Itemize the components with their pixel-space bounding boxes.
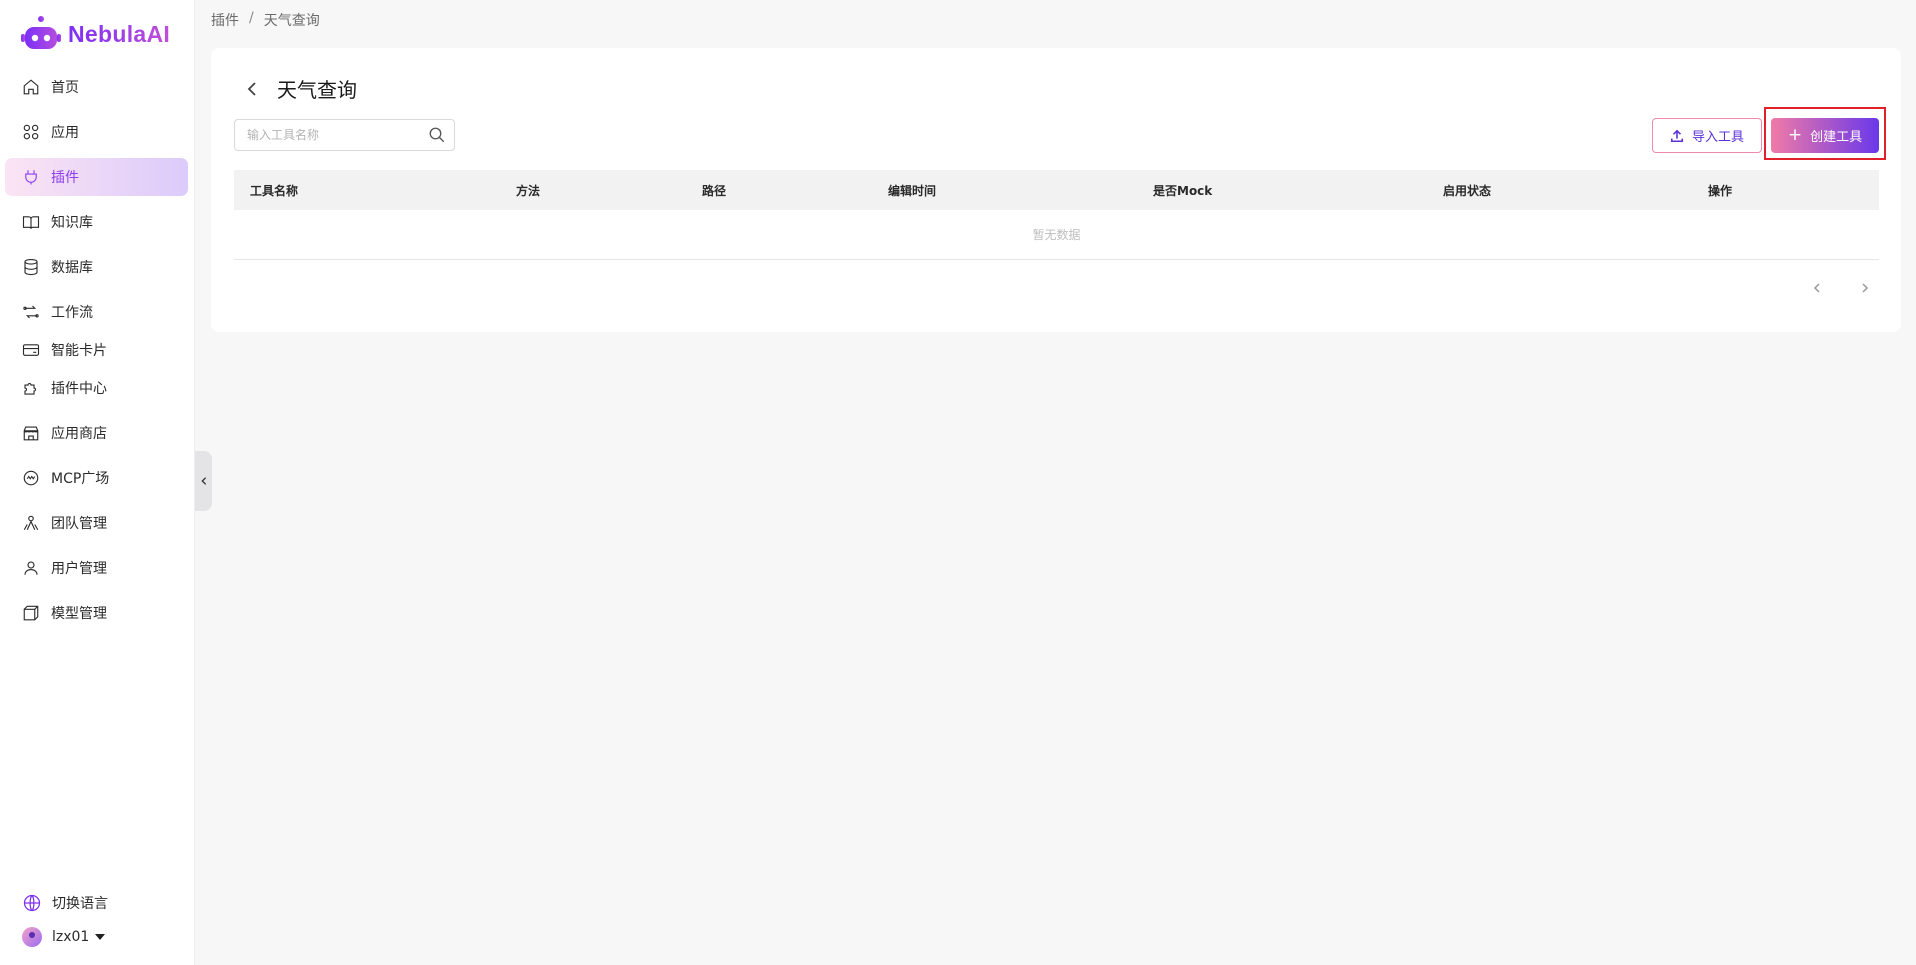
sidebar-collapse-button[interactable] bbox=[195, 451, 212, 511]
store-icon bbox=[21, 423, 41, 443]
chevron-left-icon bbox=[247, 81, 256, 96]
sidebar-item-smart-card[interactable]: 智能卡片 bbox=[5, 331, 188, 369]
import-tool-label: 导入工具 bbox=[1691, 130, 1744, 145]
language-label: 切换语言 bbox=[52, 896, 108, 912]
title-row: 天气查询 bbox=[241, 74, 357, 103]
column-header-name: 工具名称 bbox=[250, 184, 299, 198]
home-icon bbox=[21, 77, 41, 97]
database-icon bbox=[21, 257, 41, 277]
page-title: 天气查询 bbox=[277, 78, 357, 102]
plugin-icon bbox=[21, 167, 41, 187]
sidebar-item-label: 工作流 bbox=[51, 305, 93, 321]
sidebar-nav: 首页 应用 插件 知识库 数据库 工作流 智能卡片 插件中心 应用商店 MCP广… bbox=[5, 68, 188, 639]
model-icon bbox=[21, 603, 41, 623]
sidebar-item-plugin-center[interactable]: 插件中心 bbox=[5, 369, 188, 407]
sidebar-item-mcp[interactable]: MCP广场 bbox=[5, 459, 188, 497]
sidebar-item-label: 插件中心 bbox=[51, 381, 107, 397]
main-card: 天气查询 导入工具 + 创建工具 工具名称 方法 路径 编辑时间 是否Mock … bbox=[211, 48, 1901, 332]
search-input[interactable] bbox=[247, 128, 428, 142]
sidebar-item-team[interactable]: 团队管理 bbox=[5, 504, 188, 542]
chevron-left-icon bbox=[200, 477, 206, 485]
column-header-mock: 是否Mock bbox=[1153, 184, 1213, 198]
tools-table: 工具名称 方法 路径 编辑时间 是否Mock 启用状态 操作 暂无数据 bbox=[234, 170, 1879, 260]
logo[interactable]: NebulaAI bbox=[20, 14, 170, 54]
team-icon bbox=[21, 513, 41, 533]
breadcrumb-root[interactable]: 插件 bbox=[211, 10, 239, 30]
search-icon[interactable] bbox=[428, 126, 446, 144]
sidebar-item-database[interactable]: 数据库 bbox=[5, 248, 188, 286]
pagination bbox=[1811, 282, 1871, 294]
sidebar-item-label: 智能卡片 bbox=[51, 343, 107, 359]
sidebar-item-label: 应用 bbox=[51, 125, 79, 141]
empty-state: 暂无数据 bbox=[234, 210, 1879, 260]
sidebar-item-plugins[interactable]: 插件 bbox=[5, 158, 188, 196]
avatar bbox=[22, 927, 42, 947]
column-header-actions: 操作 bbox=[1708, 184, 1733, 198]
sidebar-item-label: 用户管理 bbox=[51, 561, 107, 577]
sidebar-item-label: 插件 bbox=[51, 170, 79, 186]
robot-logo-icon bbox=[21, 16, 61, 49]
sidebar-item-label: 数据库 bbox=[51, 260, 93, 276]
workflow-icon bbox=[21, 302, 41, 322]
sidebar-item-models[interactable]: 模型管理 bbox=[5, 594, 188, 632]
sidebar-item-label: 模型管理 bbox=[51, 606, 107, 622]
column-header-status: 启用状态 bbox=[1443, 184, 1492, 198]
caret-down-icon bbox=[95, 934, 106, 940]
sidebar-item-label: 首页 bbox=[51, 80, 79, 96]
sidebar-item-apps[interactable]: 应用 bbox=[5, 113, 188, 151]
back-button[interactable] bbox=[241, 78, 263, 100]
sidebar-item-app-store[interactable]: 应用商店 bbox=[5, 414, 188, 452]
sidebar-item-home[interactable]: 首页 bbox=[5, 68, 188, 106]
mcp-icon bbox=[21, 468, 41, 488]
sidebar-item-label: 知识库 bbox=[51, 215, 93, 231]
sidebar-item-label: 团队管理 bbox=[51, 516, 107, 532]
sidebar-item-label: 应用商店 bbox=[51, 426, 107, 442]
username: lzx01 bbox=[52, 929, 90, 945]
user-menu[interactable]: lzx01 bbox=[22, 925, 192, 949]
card-icon bbox=[21, 340, 41, 360]
puzzle-icon bbox=[21, 378, 41, 398]
create-tool-label: 创建工具 bbox=[1810, 130, 1863, 145]
sidebar-item-knowledge[interactable]: 知识库 bbox=[5, 203, 188, 241]
sidebar: NebulaAI 首页 应用 插件 知识库 数据库 工作流 智能卡片 插件中心 … bbox=[0, 0, 195, 965]
column-header-path: 路径 bbox=[702, 184, 727, 198]
next-page-icon[interactable] bbox=[1859, 282, 1871, 294]
sidebar-item-workflow[interactable]: 工作流 bbox=[5, 293, 188, 331]
prev-page-icon[interactable] bbox=[1811, 282, 1823, 294]
create-tool-button[interactable]: + 创建工具 bbox=[1771, 118, 1879, 153]
column-header-method: 方法 bbox=[516, 184, 541, 198]
language-switch[interactable]: 切换语言 bbox=[22, 891, 192, 915]
plus-icon: + bbox=[1787, 125, 1803, 145]
breadcrumb-separator: / bbox=[249, 10, 254, 26]
breadcrumb: 插件 / 天气查询 bbox=[211, 10, 320, 30]
sidebar-item-users[interactable]: 用户管理 bbox=[5, 549, 188, 587]
breadcrumb-current: 天气查询 bbox=[263, 13, 320, 29]
search-box bbox=[234, 119, 455, 151]
globe-icon bbox=[23, 894, 41, 912]
import-tool-button[interactable]: 导入工具 bbox=[1652, 118, 1762, 153]
book-icon bbox=[21, 212, 41, 232]
app-name: NebulaAI bbox=[68, 20, 171, 47]
upload-icon bbox=[1670, 129, 1684, 142]
sidebar-item-label: MCP广场 bbox=[51, 471, 110, 487]
user-icon bbox=[21, 558, 41, 578]
column-header-edit-time: 编辑时间 bbox=[888, 184, 937, 198]
apps-icon bbox=[21, 122, 41, 142]
table-header: 工具名称 方法 路径 编辑时间 是否Mock 启用状态 操作 bbox=[234, 170, 1879, 210]
